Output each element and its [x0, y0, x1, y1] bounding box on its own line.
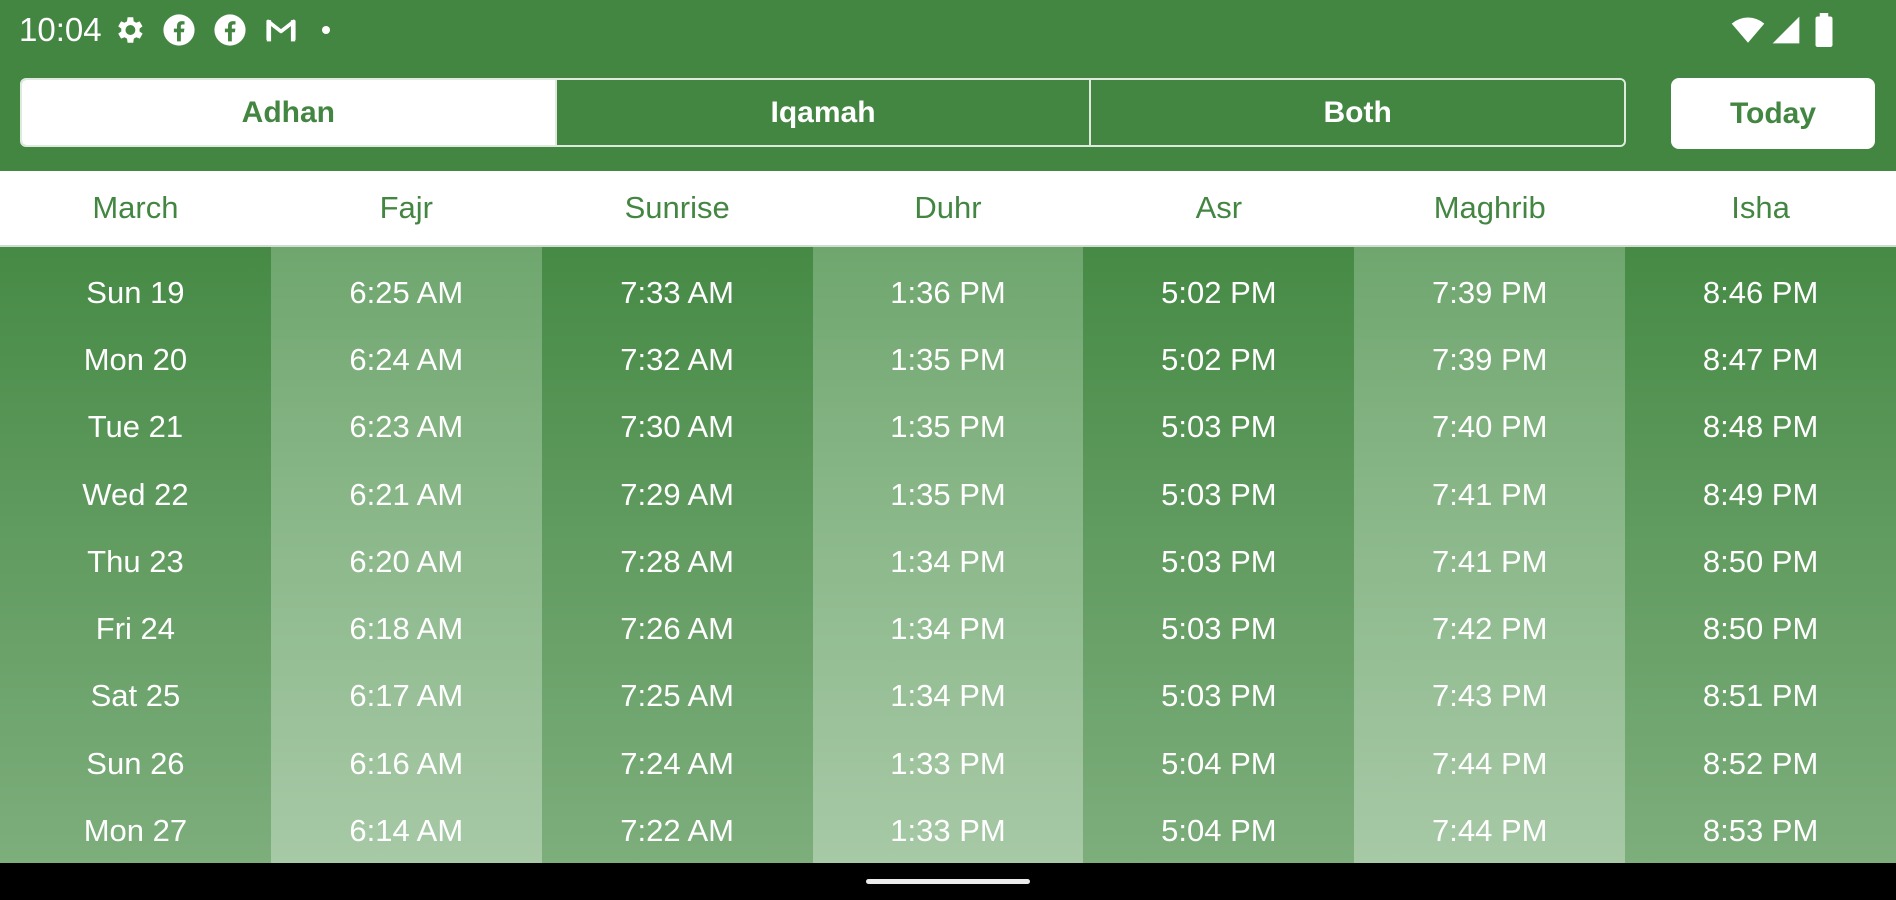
asr-time-cell: 5:03 PM — [1161, 543, 1277, 579]
asr-column: 5:02 PM 5:02 PM 5:03 PM 5:03 PM 5:03 PM 5:03 … — [1083, 247, 1355, 863]
duhr-time-cell: 1:33 PM — [890, 745, 1006, 781]
fajr-time-cell: 6:16 AM — [349, 745, 464, 781]
isha-time-cell: 8:46 PM — [1702, 274, 1819, 310]
date-cell: Tue 21 — [87, 409, 184, 445]
segment-adhan[interactable]: Adhan — [22, 80, 555, 145]
header-fajr: Fajr — [379, 190, 433, 225]
asr-time-cell: 5:02 PM — [1161, 341, 1277, 377]
date-cell: Sat 25 — [90, 678, 181, 714]
duhr-time-cell: 1:33 PM — [890, 813, 1006, 849]
sunrise-time-cell: 7:29 AM — [620, 476, 735, 512]
sunrise-time-cell: 7:26 AM — [620, 611, 735, 647]
isha-column: 8:46 PM 8:47 PM 8:48 PM 8:49 PM 8:50 PM 8:50 … — [1625, 247, 1896, 863]
home-gesture-handle[interactable] — [866, 879, 1030, 884]
battery-icon — [1813, 13, 1835, 47]
date-cell: Mon 20 — [83, 341, 188, 377]
header-maghrib: Maghrib — [1433, 190, 1546, 225]
fajr-time-cell: 6:21 AM — [349, 476, 464, 512]
asr-time-cell: 5:03 PM — [1161, 476, 1277, 512]
fajr-time-cell: 6:18 AM — [349, 611, 464, 647]
header-sunrise: Sunrise — [624, 190, 730, 225]
sunrise-time-cell: 7:32 AM — [620, 341, 735, 377]
asr-time-cell: 5:04 PM — [1161, 745, 1277, 781]
cell-signal-icon — [1770, 13, 1802, 47]
isha-time-cell: 8:47 PM — [1702, 341, 1819, 377]
fajr-time-cell: 6:17 AM — [349, 678, 464, 714]
isha-time-cell: 8:49 PM — [1702, 476, 1819, 512]
duhr-time-cell: 1:36 PM — [890, 274, 1006, 310]
duhr-time-cell: 1:35 PM — [890, 409, 1006, 445]
facebook-icon — [162, 13, 196, 47]
maghrib-column: 7:39 PM 7:39 PM 7:40 PM 7:41 PM 7:41 PM 7:42 … — [1354, 247, 1626, 863]
maghrib-time-cell: 7:42 PM — [1432, 611, 1548, 647]
segment-iqamah[interactable]: Iqamah — [554, 80, 1090, 145]
asr-time-cell: 5:04 PM — [1161, 813, 1277, 849]
fajr-time-cell: 6:23 AM — [349, 409, 464, 445]
duhr-time-cell: 1:35 PM — [890, 341, 1006, 377]
maghrib-time-cell: 7:40 PM — [1432, 409, 1548, 445]
sunrise-time-cell: 7:24 AM — [620, 745, 735, 781]
status-bar: 10:04 — [0, 0, 1896, 60]
maghrib-time-cell: 7:43 PM — [1432, 678, 1548, 714]
dot-icon — [316, 13, 336, 47]
duhr-time-cell: 1:34 PM — [890, 678, 1006, 714]
maghrib-time-cell: 7:41 PM — [1432, 543, 1548, 579]
fajr-time-cell: 6:14 AM — [349, 813, 464, 849]
gmail-icon — [264, 13, 298, 47]
date-cell: Mon 27 — [83, 813, 188, 849]
fajr-time-cell: 6:24 AM — [349, 341, 464, 377]
sunrise-time-cell: 7:30 AM — [620, 409, 735, 445]
sunrise-time-cell: 7:28 AM — [620, 543, 735, 579]
status-time: 10:04 — [19, 11, 102, 48]
date-cell: Sun 19 — [86, 274, 185, 310]
isha-time-cell: 8:52 PM — [1702, 745, 1819, 781]
date-cell: Wed 22 — [82, 476, 189, 512]
asr-time-cell: 5:03 PM — [1161, 678, 1277, 714]
maghrib-time-cell: 7:39 PM — [1432, 274, 1548, 310]
sunrise-column: 7:33 AM 7:32 AM 7:30 AM 7:29 AM 7:28 AM 7:26 … — [541, 247, 813, 863]
sunrise-time-cell: 7:33 AM — [620, 274, 735, 310]
wifi-icon — [1730, 13, 1766, 47]
date-cell: Sun 26 — [86, 745, 185, 781]
system-navigation-bar — [0, 863, 1896, 900]
header-asr: Asr — [1195, 190, 1243, 225]
settings-icon — [112, 13, 146, 47]
maghrib-time-cell: 7:44 PM — [1432, 745, 1548, 781]
table-header: March Fajr Sunrise Duhr Asr Maghrib Isha — [0, 171, 1896, 247]
prayer-time-type-selector: Adhan Iqamah Both — [20, 78, 1626, 147]
asr-time-cell: 5:03 PM — [1161, 611, 1277, 647]
date-column: Sun 19 Mon 20 Tue 21 Wed 22 Thu 23 Fri 24 Sat … — [0, 247, 271, 863]
date-cell: Fri 24 — [95, 611, 176, 647]
maghrib-time-cell: 7:44 PM — [1432, 813, 1548, 849]
facebook-icon — [213, 13, 247, 47]
isha-time-cell: 8:53 PM — [1702, 813, 1819, 849]
asr-time-cell: 5:03 PM — [1161, 409, 1277, 445]
sunrise-time-cell: 7:25 AM — [620, 678, 735, 714]
duhr-column: 1:36 PM 1:35 PM 1:35 PM 1:35 PM 1:34 PM 1:34 … — [812, 247, 1084, 863]
maghrib-time-cell: 7:39 PM — [1432, 341, 1548, 377]
header-isha: Isha — [1731, 190, 1790, 225]
duhr-time-cell: 1:34 PM — [890, 543, 1006, 579]
duhr-time-cell: 1:34 PM — [890, 611, 1006, 647]
prayer-times-table[interactable]: Sun 19 Mon 20 Tue 21 Wed 22 Thu 23 Fri 24 Sat … — [0, 247, 1896, 863]
maghrib-time-cell: 7:41 PM — [1432, 476, 1548, 512]
isha-time-cell: 8:48 PM — [1702, 409, 1819, 445]
asr-time-cell: 5:02 PM — [1161, 274, 1277, 310]
fajr-column: 6:25 AM 6:24 AM 6:23 AM 6:21 AM 6:20 AM 6:18 … — [270, 247, 542, 863]
isha-time-cell: 8:50 PM — [1702, 543, 1819, 579]
header-duhr: Duhr — [914, 190, 982, 225]
fajr-time-cell: 6:25 AM — [349, 274, 464, 310]
today-button[interactable]: Today — [1671, 78, 1875, 149]
date-cell: Thu 23 — [87, 543, 184, 579]
duhr-time-cell: 1:35 PM — [890, 476, 1006, 512]
sunrise-time-cell: 7:22 AM — [620, 813, 735, 849]
segment-both[interactable]: Both — [1089, 80, 1624, 145]
fajr-time-cell: 6:20 AM — [349, 543, 464, 579]
header-month: March — [92, 190, 179, 225]
app-header: 10:04 Adhan Iqamah Both Today — [0, 0, 1896, 171]
isha-time-cell: 8:50 PM — [1702, 611, 1819, 647]
isha-time-cell: 8:51 PM — [1702, 678, 1819, 714]
